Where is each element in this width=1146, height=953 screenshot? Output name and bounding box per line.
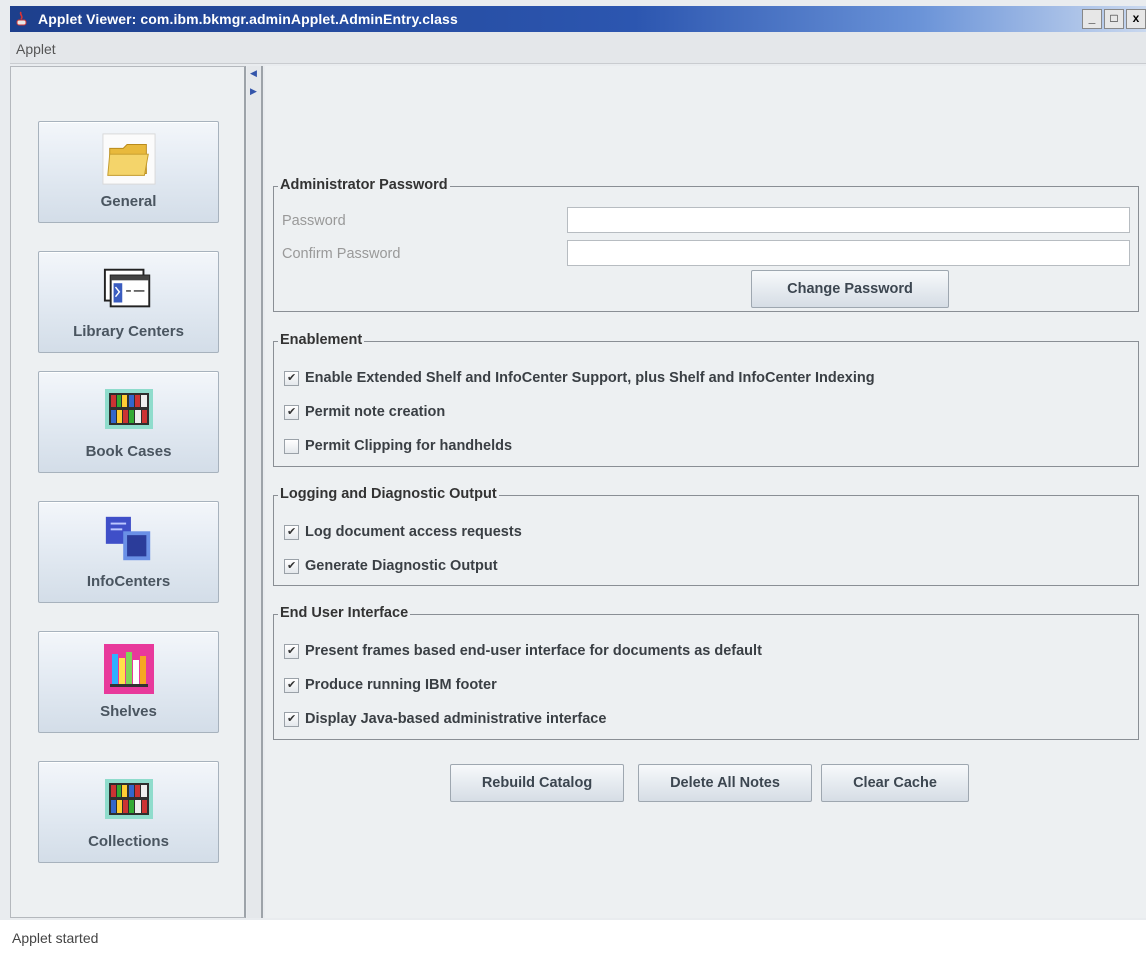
shelves-icon [102,642,156,696]
close-button[interactable]: x [1126,9,1146,29]
logging-title: Logging and Diagnostic Output [278,486,499,502]
nav-book-cases-button[interactable]: Book Cases [38,371,219,473]
navigation-panel: General Library Centers Book Cases InfoC… [10,66,246,918]
nav-book-cases-label: Book Cases [85,443,172,460]
log-access-label: Log document access requests [305,524,522,540]
log-access-option[interactable]: Log document access requests [284,524,522,540]
admin-password-group: Administrator Password Password Confirm … [273,177,1139,312]
log-access-checkbox[interactable] [284,524,299,540]
permit-clipping-checkbox[interactable] [284,438,299,454]
folder-icon [101,132,156,186]
collapse-left-arrow-icon[interactable]: ◀ [250,68,257,79]
permit-clipping-option[interactable]: Permit Clipping for handhelds [284,438,512,454]
frames-interface-option[interactable]: Present frames based end-user interface … [284,643,762,659]
logging-group: Logging and Diagnostic Output Log docume… [273,486,1139,586]
end-user-interface-title: End User Interface [278,605,411,621]
password-label: Password [282,213,346,229]
confirm-password-label: Confirm Password [282,246,401,262]
title-bar: Applet Viewer: com.ibm.bkmgr.adminApplet… [10,6,1146,32]
password-input[interactable] [567,207,1130,233]
ibm-footer-checkbox[interactable] [284,677,299,693]
nav-collections-button[interactable]: Collections [38,761,219,863]
clear-cache-button[interactable]: Clear Cache [821,764,969,802]
infocenters-icon [102,512,156,566]
nav-shelves-label: Shelves [100,703,157,720]
ibm-footer-option[interactable]: Produce running IBM footer [284,677,497,693]
nav-general-button[interactable]: General [38,121,219,223]
minimize-button[interactable]: _ [1082,9,1102,29]
frames-interface-label: Present frames based end-user interface … [305,643,762,659]
rebuild-catalog-button[interactable]: Rebuild Catalog [450,764,624,802]
permit-note-creation-checkbox[interactable] [284,404,299,420]
change-password-button[interactable]: Change Password [751,270,949,308]
nav-shelves-button[interactable]: Shelves [38,631,219,733]
nav-infocenters-label: InfoCenters [86,573,171,590]
menu-bar: Applet [10,32,1146,64]
java-applet-icon [16,11,27,26]
collections-icon [102,772,156,826]
end-user-interface-group: End User Interface Present frames based … [273,605,1139,740]
java-admin-interface-option[interactable]: Display Java-based administrative interf… [284,711,606,727]
nav-infocenters-button[interactable]: InfoCenters [38,501,219,603]
permit-clipping-label: Permit Clipping for handhelds [305,438,513,454]
menu-applet[interactable]: Applet [16,41,56,57]
library-centers-icon [102,262,156,316]
split-pane-divider[interactable]: ◀ ▶ [247,66,263,918]
frames-interface-checkbox[interactable] [284,643,299,659]
admin-settings-panel: Administrator Password Password Confirm … [265,66,1146,918]
enablement-title: Enablement [278,332,365,348]
nav-library-centers-button[interactable]: Library Centers [38,251,219,353]
expand-right-arrow-icon[interactable]: ▶ [250,86,257,97]
status-bar: Applet started [0,920,1146,953]
diagnostic-output-checkbox[interactable] [284,558,299,574]
delete-all-notes-button[interactable]: Delete All Notes [638,764,812,802]
enable-extended-shelf-label: Enable Extended Shelf and InfoCenter Sup… [305,370,875,386]
bookcase-icon [102,382,156,436]
java-admin-interface-label: Display Java-based administrative interf… [305,711,607,727]
enablement-group: Enablement Enable Extended Shelf and Inf… [273,332,1139,467]
nav-collections-label: Collections [88,833,169,850]
enable-extended-shelf-option[interactable]: Enable Extended Shelf and InfoCenter Sup… [284,370,875,386]
ibm-footer-label: Produce running IBM footer [305,677,497,693]
window-title: Applet Viewer: com.ibm.bkmgr.adminApplet… [38,11,458,27]
diagnostic-output-label: Generate Diagnostic Output [305,558,498,574]
nav-general-label: General [100,193,157,210]
confirm-password-input[interactable] [567,240,1130,266]
admin-password-title: Administrator Password [278,177,450,193]
maximize-button[interactable]: □ [1104,9,1124,29]
enable-extended-shelf-checkbox[interactable] [284,370,299,386]
status-text: Applet started [12,930,99,946]
diagnostic-output-option[interactable]: Generate Diagnostic Output [284,558,498,574]
permit-note-creation-option[interactable]: Permit note creation [284,404,445,420]
java-admin-interface-checkbox[interactable] [284,711,299,727]
permit-note-creation-label: Permit note creation [305,404,446,420]
nav-library-centers-label: Library Centers [73,323,184,340]
